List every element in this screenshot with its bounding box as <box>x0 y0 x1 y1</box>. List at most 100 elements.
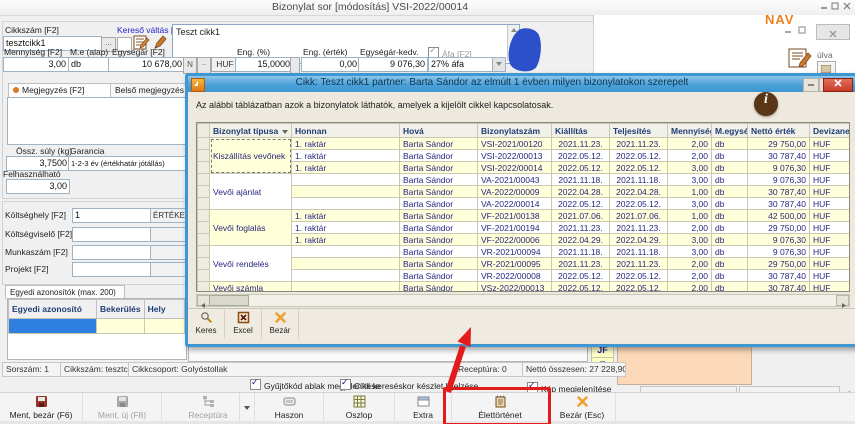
deviza-cell[interactable]: HUF <box>810 246 850 258</box>
row-selector[interactable] <box>198 258 210 270</box>
popup-minimize-icon[interactable] <box>803 78 819 92</box>
honnan-cell[interactable] <box>292 258 400 270</box>
hova-cell[interactable]: Barta Sándor <box>400 270 478 282</box>
koltsegviselo-input[interactable] <box>72 227 152 242</box>
teljesites-cell[interactable]: 2022.04.28. <box>610 186 668 198</box>
document-type-cell[interactable]: Vevői számla <box>210 282 292 293</box>
eng-pct-spinner[interactable] <box>290 57 300 74</box>
hova-cell[interactable]: Barta Sándor <box>400 138 478 150</box>
egyseg-cell[interactable]: db <box>712 246 748 258</box>
egyseg-cell[interactable]: db <box>712 270 748 282</box>
hova-cell[interactable]: Barta Sándor <box>400 150 478 162</box>
bg-close-button[interactable] <box>816 24 850 40</box>
netto-cell[interactable]: 9 076,30 <box>748 162 810 174</box>
popup-titlebar[interactable]: Cikk: Teszt cikk1 partner: Barta Sándor … <box>188 76 855 92</box>
egyseg-cell[interactable]: db <box>712 282 748 293</box>
eng-ertek-input[interactable]: 0,00 <box>301 57 360 72</box>
column-header[interactable]: Kiállítás <box>552 124 610 138</box>
document-type-cell[interactable]: Vevői ajánlat <box>210 174 292 210</box>
hova-cell[interactable]: Barta Sándor <box>400 198 478 210</box>
egyseg-cell[interactable]: db <box>712 150 748 162</box>
szam-cell[interactable]: VSI-2021/00120 <box>478 138 552 150</box>
tab-egyedi-azonositok[interactable]: Egyedi azonosítók (max. 200) <box>5 285 125 299</box>
mennyiseg-cell[interactable]: 3,00 <box>668 234 712 246</box>
row-selector[interactable] <box>198 138 210 150</box>
szam-cell[interactable]: VSI-2022/00014 <box>478 162 552 174</box>
deviza-cell[interactable]: HUF <box>810 198 850 210</box>
column-header[interactable]: Devizanem <box>810 124 850 138</box>
table-row[interactable]: Vevői foglalás1. raktárBarta SándorVF-20… <box>198 210 850 222</box>
row-selector[interactable] <box>198 210 210 222</box>
minimize-icon[interactable] <box>819 2 829 12</box>
deviza-cell[interactable]: HUF <box>810 162 850 174</box>
table-row[interactable]: Barta SándorVA-2022/000092022.04.28.2022… <box>198 186 850 198</box>
table-row[interactable]: Vevői számlaBarta SándorVSz-2022/0001320… <box>198 282 850 293</box>
teljesites-cell[interactable]: 2021.11.23. <box>610 258 668 270</box>
munkaszam-input[interactable] <box>72 245 152 260</box>
hova-cell[interactable]: Barta Sándor <box>400 234 478 246</box>
row-selector[interactable] <box>198 222 210 234</box>
teljesites-cell[interactable]: 2021.07.06. <box>610 210 668 222</box>
popup-close-icon[interactable] <box>823 78 853 92</box>
deviza-cell[interactable]: HUF <box>810 282 850 293</box>
document-type-cell[interactable]: Vevői foglalás <box>210 210 292 246</box>
egyseg-cell[interactable]: db <box>712 210 748 222</box>
tab-megjegyzes[interactable]: Megjegyzés [F2] <box>8 83 114 98</box>
column-header[interactable]: M.egység <box>712 124 748 138</box>
egysegar-kedv-input[interactable]: 9 076,30 <box>358 57 428 72</box>
kiallitas-cell[interactable]: 2022.04.29. <box>552 234 610 246</box>
deviza-cell[interactable]: HUF <box>810 186 850 198</box>
egyedi-col-hely[interactable]: Hely <box>144 300 184 319</box>
honnan-cell[interactable] <box>292 246 400 258</box>
toolbar-button-bezár-esc-[interactable]: Bezár (Esc) <box>549 393 616 423</box>
hova-cell[interactable]: Barta Sándor <box>400 210 478 222</box>
szam-cell[interactable]: VR-2021/00095 <box>478 258 552 270</box>
teljesites-cell[interactable]: 2022.05.12. <box>610 270 668 282</box>
kiallitas-cell[interactable]: 2022.05.12. <box>552 150 610 162</box>
document-type-cell[interactable]: Vevői rendelés <box>210 246 292 282</box>
deviza-cell[interactable]: HUF <box>810 234 850 246</box>
szam-cell[interactable]: VA-2022/00014 <box>478 198 552 210</box>
column-header[interactable]: Mennyiség <box>668 124 712 138</box>
honnan-cell[interactable]: 1. raktár <box>292 222 400 234</box>
szam-cell[interactable]: VSz-2022/00013 <box>478 282 552 293</box>
mennyiseg-cell[interactable]: 3,00 <box>668 174 712 186</box>
honnan-cell[interactable]: 1. raktár <box>292 234 400 246</box>
column-header[interactable]: Nettó érték <box>748 124 810 138</box>
teljesites-cell[interactable]: 2022.05.12. <box>610 282 668 293</box>
netto-cell[interactable]: 29 750,00 <box>748 258 810 270</box>
currency-lookup-button[interactable]: .. <box>197 57 211 74</box>
deviza-cell[interactable]: HUF <box>810 138 850 150</box>
toolbar-button-oszlop[interactable]: Oszlop <box>324 393 395 423</box>
netto-cell[interactable]: 29 750,00 <box>748 222 810 234</box>
table-row[interactable]: Barta SándorVA-2022/000142022.05.12.2022… <box>198 198 850 210</box>
kiallitas-cell[interactable]: 2022.05.12. <box>552 198 610 210</box>
deviza-cell[interactable]: HUF <box>810 270 850 282</box>
me-alap-input[interactable]: db <box>68 57 110 72</box>
egyedi-col-azonosito[interactable]: Egyedi azonosító <box>9 300 97 319</box>
kiallitas-cell[interactable]: 2021.11.18. <box>552 246 610 258</box>
egyseg-cell[interactable]: db <box>712 198 748 210</box>
column-header[interactable]: Hová <box>400 124 478 138</box>
row-selector[interactable] <box>198 186 210 198</box>
eng-pct-input[interactable]: 15,0000 <box>235 57 293 72</box>
table-row[interactable]: Kiszállítás vevőnek1. raktárBarta Sándor… <box>198 138 850 150</box>
egyseg-cell[interactable]: db <box>712 222 748 234</box>
egyedi-cell[interactable] <box>97 319 145 334</box>
table-row[interactable]: 1. raktárBarta SándorVSI-2022/000142022.… <box>198 162 850 174</box>
honnan-cell[interactable] <box>292 282 400 293</box>
kiallitas-cell[interactable]: 2021.11.23. <box>552 138 610 150</box>
netto-cell[interactable]: 30 787,40 <box>748 282 810 293</box>
horizontal-scrollbar[interactable] <box>196 294 850 307</box>
kiallitas-cell[interactable]: 2022.05.12. <box>552 162 610 174</box>
kiallitas-cell[interactable]: 2022.05.12. <box>552 270 610 282</box>
teljesites-cell[interactable]: 2022.04.29. <box>610 234 668 246</box>
restore-icon[interactable] <box>830 2 840 12</box>
bg-minimize-icon[interactable] <box>783 26 793 36</box>
deviza-cell[interactable]: HUF <box>810 150 850 162</box>
row-selector[interactable] <box>198 150 210 162</box>
hova-cell[interactable]: Barta Sándor <box>400 186 478 198</box>
koltseghely-input[interactable]: 1 <box>72 208 152 223</box>
mennyiseg-cell[interactable]: 2,00 <box>668 138 712 150</box>
szam-cell[interactable]: VA-2022/00009 <box>478 186 552 198</box>
